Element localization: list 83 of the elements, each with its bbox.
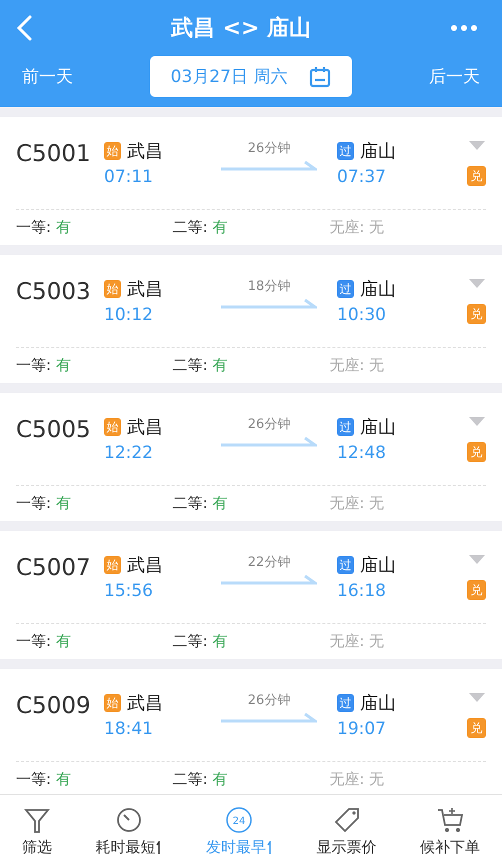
origin-tag: 始 bbox=[104, 694, 121, 712]
train-number: C5007 bbox=[16, 554, 92, 581]
route-title: 武昌 <> 庙山 bbox=[170, 15, 312, 43]
more-icon[interactable] bbox=[450, 24, 478, 32]
origin-tag: 始 bbox=[104, 418, 121, 436]
train-card[interactable]: C5003 始 武昌 10:12 18分钟 过 庙山 10:30 兑 一等: 有 二等: 有 无座: 无 bbox=[0, 255, 502, 383]
seat-availability: 一等: 有 bbox=[16, 632, 72, 651]
station-name: 庙山 bbox=[360, 140, 396, 163]
exchange-tag: 兑 bbox=[467, 718, 486, 738]
dropdown-icon[interactable] bbox=[468, 555, 484, 564]
origin-tag: 始 bbox=[104, 142, 121, 160]
origin-tag: 始 bbox=[104, 280, 121, 298]
seat-availability: 无座: 无 bbox=[329, 770, 386, 789]
clock-icon: 24 bbox=[225, 806, 254, 834]
arrival-time: 07:37 bbox=[337, 167, 387, 187]
departure-time: 07:11 bbox=[104, 167, 154, 187]
train-card[interactable]: C5005 始 武昌 12:22 26分钟 过 庙山 12:48 兑 一等: 有 二等: 有 无座: 无 bbox=[0, 393, 502, 521]
pass-tag: 过 bbox=[337, 142, 354, 160]
exchange-tag: 兑 bbox=[467, 304, 486, 324]
train-card[interactable]: C5001 始 武昌 07:11 26分钟 过 庙山 07:37 兑 一等: 有 二等: 有 无座: 无 bbox=[0, 117, 502, 245]
seat-availability: 二等: 有 bbox=[172, 632, 228, 651]
station-name: 庙山 bbox=[360, 416, 396, 439]
seat-availability: 一等: 有 bbox=[16, 770, 72, 789]
pass-tag: 过 bbox=[337, 418, 354, 436]
station-name: 武昌 bbox=[127, 554, 163, 577]
train-number: C5005 bbox=[16, 416, 92, 443]
seat-availability: 无座: 无 bbox=[329, 218, 386, 237]
dropdown-icon[interactable] bbox=[468, 693, 484, 702]
station-name: 武昌 bbox=[127, 692, 163, 715]
seat-availability: 一等: 有 bbox=[16, 356, 72, 375]
train-number: C5003 bbox=[16, 278, 92, 305]
dropdown-icon[interactable] bbox=[468, 417, 484, 426]
seat-availability: 无座: 无 bbox=[329, 494, 386, 513]
back-icon[interactable] bbox=[16, 15, 32, 41]
duration: 18分钟 bbox=[248, 278, 290, 295]
toolbar-tab[interactable]: 显示票价 bbox=[314, 806, 379, 857]
train-card[interactable]: C5007 始 武昌 15:56 22分钟 过 庙山 16:18 兑 一等: 有 二等: 有 无座: 无 bbox=[0, 531, 502, 659]
duration: 26分钟 bbox=[248, 140, 290, 157]
departure-time: 15:56 bbox=[104, 581, 154, 601]
station-name: 庙山 bbox=[360, 554, 396, 577]
toolbar-tab[interactable]: 耗时最短 bbox=[93, 806, 164, 857]
seat-availability: 一等: 有 bbox=[16, 494, 72, 513]
station-name: 武昌 bbox=[127, 278, 163, 301]
duration: 26分钟 bbox=[248, 416, 290, 433]
station-name: 庙山 bbox=[360, 278, 396, 301]
dropdown-icon[interactable] bbox=[468, 279, 484, 288]
seat-availability: 二等: 有 bbox=[172, 494, 228, 513]
arrival-time: 12:48 bbox=[337, 443, 387, 463]
pass-tag: 过 bbox=[337, 280, 354, 298]
seat-availability: 二等: 有 bbox=[172, 356, 228, 375]
seat-availability: 无座: 无 bbox=[329, 632, 386, 651]
arrival-time: 19:07 bbox=[337, 719, 387, 739]
cart-icon bbox=[436, 806, 464, 834]
exchange-tag: 兑 bbox=[467, 166, 486, 186]
station-name: 武昌 bbox=[127, 416, 163, 439]
calendar-icon bbox=[309, 66, 332, 88]
train-number: C5001 bbox=[16, 140, 92, 167]
duration: 26分钟 bbox=[248, 692, 290, 709]
train-card[interactable]: C5009 始 武昌 18:41 26分钟 过 庙山 19:07 兑 一等: 有 二等: 有 无座: 无 bbox=[0, 669, 502, 794]
price-tag-icon bbox=[332, 806, 361, 834]
origin-tag: 始 bbox=[104, 556, 121, 574]
train-number: C5009 bbox=[16, 692, 92, 719]
seat-availability: 二等: 有 bbox=[172, 770, 228, 789]
arrival-time: 16:18 bbox=[337, 581, 387, 601]
seat-availability: 无座: 无 bbox=[329, 356, 386, 375]
departure-time: 10:12 bbox=[104, 305, 154, 325]
station-name: 武昌 bbox=[127, 140, 163, 163]
dropdown-icon[interactable] bbox=[468, 141, 484, 150]
station-name: 庙山 bbox=[360, 692, 396, 715]
pass-tag: 过 bbox=[337, 694, 354, 712]
duration: 22分钟 bbox=[248, 554, 290, 571]
pass-tag: 过 bbox=[337, 556, 354, 574]
stopwatch-icon bbox=[114, 806, 143, 834]
seat-availability: 一等: 有 bbox=[16, 218, 72, 237]
filter-icon bbox=[22, 806, 51, 834]
seat-availability: 二等: 有 bbox=[172, 218, 228, 237]
departure-time: 12:22 bbox=[104, 443, 154, 463]
exchange-tag: 兑 bbox=[467, 580, 486, 600]
toolbar-tab[interactable]: 候补下单 bbox=[418, 806, 482, 857]
arrival-time: 10:30 bbox=[337, 305, 387, 325]
exchange-tag: 兑 bbox=[467, 442, 486, 462]
departure-time: 18:41 bbox=[104, 719, 154, 739]
toolbar-tab[interactable]: 筛选 bbox=[20, 806, 54, 857]
